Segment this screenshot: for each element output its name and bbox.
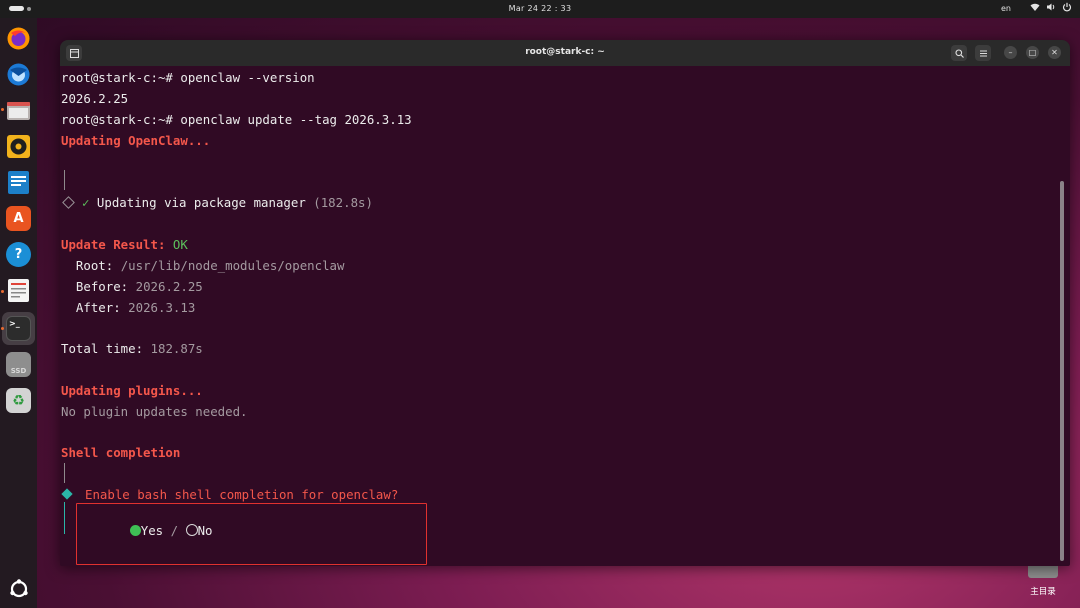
before-label: Before: [61, 279, 129, 294]
after-label: After: [61, 300, 121, 315]
power-icon[interactable] [1062, 2, 1072, 15]
running-indicator [1, 108, 4, 111]
window-title: root@stark-c: ~ [525, 47, 605, 57]
active-prompt-diamond-icon [61, 488, 73, 500]
speaker-icon[interactable] [1046, 2, 1056, 15]
document-icon[interactable] [6, 170, 31, 195]
trash-icon[interactable]: ♻ [6, 388, 31, 413]
speaker-icon[interactable] [6, 134, 31, 159]
app-store-icon[interactable]: A [6, 206, 31, 231]
help-icon[interactable]: ? [6, 242, 31, 267]
option-separator: / [170, 523, 179, 538]
folder-icon[interactable] [6, 98, 31, 123]
root-value: /usr/lib/node_modules/openclaw [120, 258, 345, 273]
notepad-icon[interactable] [6, 278, 31, 303]
radio-yes-icon[interactable] [129, 525, 141, 536]
input-language[interactable]: en [1001, 4, 1011, 13]
before-value: 2026.2.25 [135, 279, 203, 294]
home-folder-label[interactable]: 主目录 [1024, 585, 1062, 597]
prompt-options: Yes / No [85, 508, 212, 553]
running-indicator [1, 327, 4, 330]
hamburger-icon[interactable] [975, 45, 991, 61]
output-line: 2026.2.25 [61, 91, 129, 106]
total-time-line: Total time: 182.87s [61, 341, 203, 356]
step-duration: (182.8s) [313, 195, 373, 210]
minimize-button[interactable]: – [1004, 46, 1017, 59]
scrollbar[interactable] [1060, 181, 1064, 561]
prompt-rail [64, 502, 65, 534]
clock[interactable]: Mar 24 22 : 33 [0, 4, 1080, 13]
close-button[interactable]: ✕ [1048, 46, 1061, 59]
after-value: 2026.3.13 [128, 300, 196, 315]
drive-icon[interactable]: SSD [6, 352, 31, 377]
root-line: Root: /usr/lib/node_modules/openclaw [61, 258, 345, 273]
option-yes[interactable]: Yes [141, 523, 163, 538]
terminal-icon[interactable]: >_ [6, 316, 31, 341]
shell-completion-header: Shell completion [61, 445, 181, 460]
result-line: Update Result: OK [61, 237, 188, 252]
terminal-output[interactable]: root@stark-c:~# openclaw --version 2026.… [60, 66, 1070, 566]
command-line: root@stark-c:~# openclaw --version [61, 70, 315, 85]
total-value: 182.87s [150, 341, 203, 356]
running-indicator [1, 290, 4, 293]
wifi-icon[interactable] [1030, 2, 1040, 15]
after-line: After: 2026.3.13 [61, 300, 195, 315]
thunderbird-icon[interactable] [6, 62, 31, 87]
step-line: ✓ Updating via package manager (182.8s) [82, 195, 373, 210]
top-bar: Mar 24 22 : 33 en [0, 0, 1080, 18]
firefox-icon[interactable] [6, 26, 31, 51]
plugins-message: No plugin updates needed. [61, 404, 248, 419]
dock: A ? >_ SSD ♻ [0, 18, 37, 608]
root-label: Root: [61, 258, 114, 273]
ubuntu-icon[interactable] [6, 576, 31, 601]
step-diamond-icon [62, 196, 75, 209]
search-icon[interactable] [951, 45, 967, 61]
total-label: Total time: [61, 341, 144, 356]
command-line: root@stark-c:~# openclaw update --tag 20… [61, 112, 412, 127]
step-text: Updating via package manager [89, 195, 314, 210]
plugins-header: Updating plugins... [61, 383, 203, 398]
result-label: Update Result: [61, 237, 166, 252]
progress-connector [64, 170, 65, 190]
maximize-button[interactable]: □ [1026, 46, 1039, 59]
before-line: Before: 2026.2.25 [61, 279, 203, 294]
status-header: Updating OpenClaw... [61, 133, 211, 148]
radio-no-icon[interactable] [185, 524, 198, 536]
option-no[interactable]: No [198, 523, 213, 538]
terminal-window: root@stark-c: ~ – □ ✕ root@stark-c:~# op… [60, 40, 1070, 566]
title-bar[interactable]: root@stark-c: ~ – □ ✕ [60, 40, 1070, 66]
prompt-connector [64, 463, 65, 483]
prompt-question: Enable bash shell completion for opencla… [85, 487, 399, 502]
result-value: OK [172, 237, 188, 252]
